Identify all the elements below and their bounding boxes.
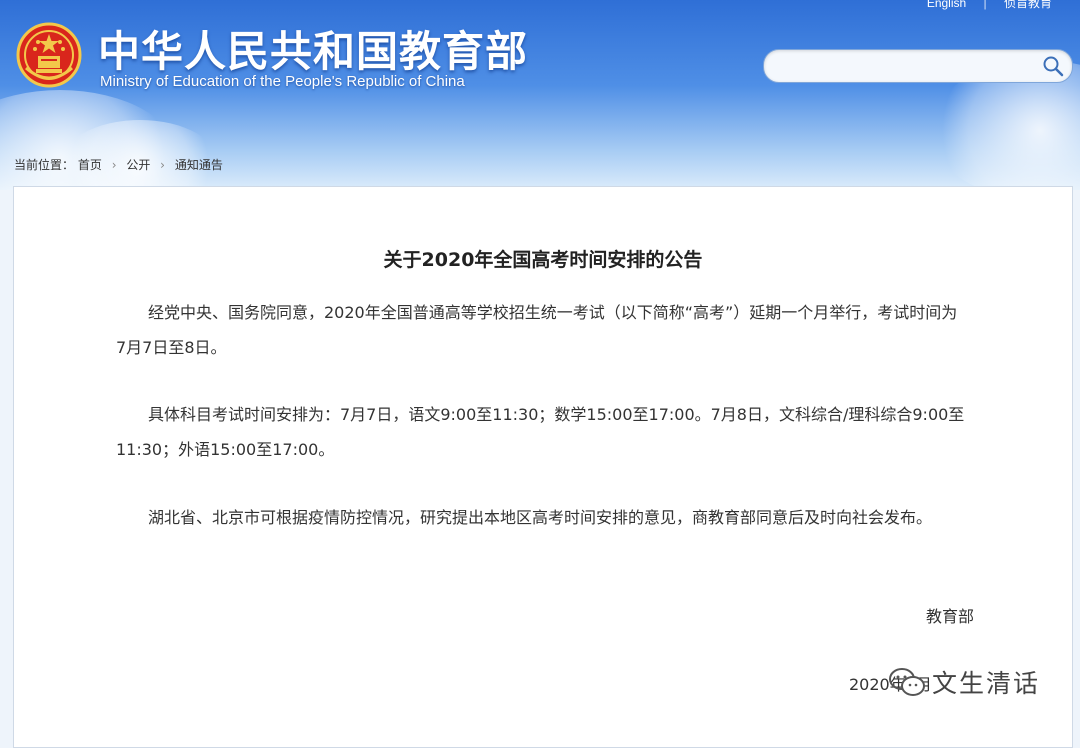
article-paragraph: 具体科目考试时间安排为：7月7日，语文9:00至11:30；数学15:00至17… bbox=[116, 405, 965, 459]
watermark-text: 文生清话 bbox=[932, 669, 1041, 698]
link-divider: | bbox=[983, 0, 987, 10]
search-box[interactable] bbox=[763, 49, 1073, 83]
watermark: 文生清话 bbox=[888, 662, 1058, 702]
article-paragraph: 湖北省、北京市可根据疫情防控情况，研究提出本地区高考时间安排的意见，商教育部同意… bbox=[148, 508, 933, 527]
site-title[interactable]: 中华人民共和国教育部 bbox=[98, 18, 528, 79]
chevron-right-icon: › bbox=[111, 158, 117, 172]
breadcrumb: 当前位置： 首页 › 公开 › 通知通告 bbox=[14, 156, 223, 173]
wechat-icon bbox=[889, 668, 925, 696]
search-icon[interactable] bbox=[1042, 55, 1064, 77]
english-link[interactable]: English bbox=[927, 0, 966, 10]
breadcrumb-home[interactable]: 首页 bbox=[78, 158, 102, 172]
search-input[interactable] bbox=[776, 55, 1040, 77]
breadcrumb-public[interactable]: 公开 bbox=[126, 158, 150, 172]
article-signature: 教育部 bbox=[925, 607, 974, 626]
site-subtitle: Ministry of Education of the People's Re… bbox=[100, 73, 465, 90]
chevron-right-icon: › bbox=[160, 158, 165, 172]
breadcrumb-notices[interactable]: 通知通告 bbox=[175, 158, 223, 172]
accessible-link[interactable]: 侦盲教育 bbox=[1004, 0, 1052, 11]
national-emblem-icon bbox=[16, 22, 82, 88]
article-paragraph: 经党中央、国务院同意，2020年全国普通高等学校招生统一考试（以下简称“高考”）… bbox=[116, 303, 958, 357]
top-links: English | 侦盲教育 bbox=[927, 0, 1052, 11]
breadcrumb-prefix: 当前位置： bbox=[14, 158, 75, 172]
article-title: 关于2020年全国高考时间安排的公告 bbox=[383, 249, 703, 271]
